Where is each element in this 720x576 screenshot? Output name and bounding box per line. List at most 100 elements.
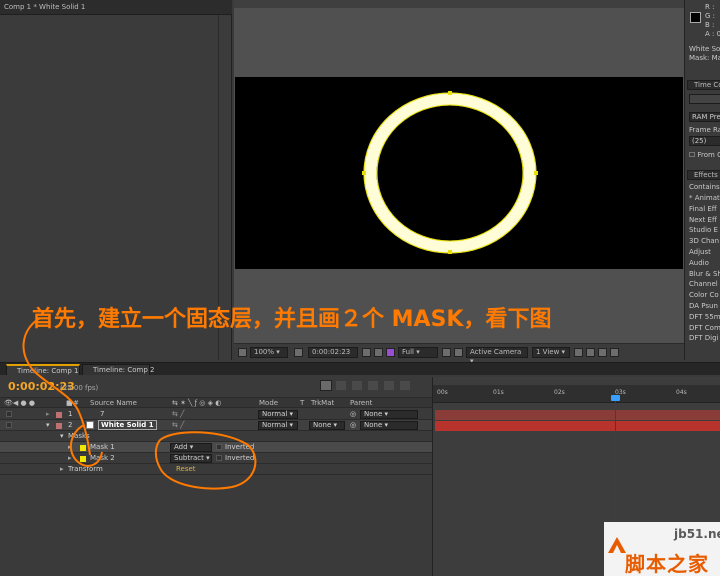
effects-tab[interactable]: Effects [687, 170, 720, 180]
mask-vertex[interactable] [534, 171, 538, 175]
source-name-header[interactable]: Source Name [90, 399, 137, 407]
effects-category-item[interactable]: DFT Com [689, 324, 720, 332]
mask-vertex[interactable] [448, 91, 452, 95]
tab-comp-1[interactable]: Timeline: Comp 1 [6, 364, 80, 375]
transform-reset-link[interactable]: Reset [176, 465, 196, 473]
hide-shy-icon[interactable] [352, 381, 362, 390]
fast-preview-icon[interactable] [586, 348, 595, 357]
solid-layer-icon [86, 421, 94, 429]
tab-comp-2[interactable]: Timeline: Comp 2 [82, 364, 154, 375]
mode-dropdown[interactable]: Normal ▾ [258, 421, 298, 430]
collapse-arrow-icon[interactable]: ▾ [60, 432, 64, 440]
layer-number: 2 [68, 421, 73, 429]
contains-label: Contains: [689, 183, 720, 191]
effects-category-item[interactable]: DA Psun [689, 302, 718, 310]
time-ruler[interactable]: 00s 01s 02s 03s 04s [433, 385, 720, 403]
zoom-dropdown[interactable]: 100% ▾ [250, 347, 288, 358]
layer-name[interactable]: 7 [100, 410, 104, 418]
inverted-label: Inverted [225, 454, 255, 462]
parent-dropdown[interactable]: None ▾ [360, 410, 418, 419]
mask-row-1[interactable]: ▸ Mask 1 Add ▾ Inverted [0, 442, 432, 453]
mask-vertex[interactable] [362, 171, 366, 175]
effects-category-item[interactable]: Studio E [689, 226, 718, 234]
mask-name[interactable]: Mask 1 [90, 443, 115, 451]
collapse-arrow-icon[interactable]: ▾ [46, 421, 50, 429]
expand-arrow-icon[interactable]: ▸ [68, 443, 72, 451]
mask-name[interactable]: Mask 2 [90, 454, 115, 462]
layer-duration-bar[interactable] [435, 410, 720, 420]
resolution-dropdown[interactable]: Full ▾ [398, 347, 438, 358]
mask-vertex[interactable] [448, 250, 452, 254]
effects-category-item[interactable]: Adjust [689, 248, 711, 256]
parent-header[interactable]: Parent [350, 399, 372, 407]
snapshot-icon[interactable] [362, 348, 371, 357]
effects-category-item[interactable]: DFT Digi [689, 334, 719, 342]
safe-zones-icon[interactable] [294, 348, 303, 357]
effects-category-item[interactable]: Audio [689, 259, 709, 267]
effects-category-item[interactable]: * Animati [689, 194, 720, 202]
view-layout-dropdown[interactable]: 1 View ▾ [532, 347, 570, 358]
playhead-handle[interactable] [611, 395, 620, 401]
trkmat-header[interactable]: TrkMat [311, 399, 334, 407]
panel-tab[interactable]: Comp 1 * White Solid 1 [0, 0, 232, 15]
t-header[interactable]: T [300, 399, 304, 407]
region-of-interest-icon[interactable] [442, 348, 451, 357]
draft-3d-icon[interactable] [336, 381, 346, 390]
expand-arrow-icon[interactable]: ▸ [46, 410, 50, 418]
pickwhip-icon[interactable]: ◎ [350, 421, 356, 429]
effects-category-item[interactable]: 3D Chan [689, 237, 719, 245]
inverted-checkbox[interactable] [216, 455, 222, 461]
layer-switches[interactable]: ⇆ ╱ [172, 421, 184, 429]
effects-category-item[interactable]: Channel [689, 280, 718, 288]
layer-name[interactable]: White Solid 1 [98, 420, 157, 430]
mode-header[interactable]: Mode [259, 399, 278, 407]
show-snapshot-icon[interactable] [374, 348, 383, 357]
layer-row-2[interactable]: ▾ 2 White Solid 1 ⇆ ╱ Normal ▾ None ▾ ◎ … [0, 420, 432, 431]
effects-category-item[interactable]: Next Eff [689, 216, 717, 224]
camera-dropdown[interactable]: Active Camera ▾ [466, 347, 528, 365]
from-current-checkbox[interactable]: ☐ From C [689, 151, 720, 159]
frame-rate-dropdown[interactable]: (25) [689, 136, 720, 146]
expand-arrow-icon[interactable]: ▸ [68, 454, 72, 462]
pickwhip-icon[interactable]: ◎ [350, 410, 356, 418]
layer-switches[interactable]: ⇆ ╱ [172, 410, 184, 418]
time-controls-tab[interactable]: Time Co [687, 80, 720, 90]
mode-dropdown[interactable]: Normal ▾ [258, 410, 298, 419]
ram-preview-dropdown[interactable]: RAM Previ [689, 112, 720, 122]
masks-group-row[interactable]: ▾ Masks [0, 431, 432, 442]
mask-mode-dropdown[interactable]: Subtract ▾ [170, 454, 212, 463]
frame-blending-icon[interactable] [368, 381, 378, 390]
current-time-field[interactable]: 0:00:02:23 [308, 347, 358, 358]
frame-rate-label: Frame Rat [689, 126, 720, 134]
mask-color[interactable] [80, 456, 86, 462]
effects-category-item[interactable]: Blur & Sh [689, 270, 720, 278]
expand-arrow-icon[interactable]: ▸ [60, 465, 64, 473]
effects-category-item[interactable]: DFT 55m [689, 313, 720, 321]
live-update-icon[interactable] [320, 380, 332, 391]
layer-label-color[interactable] [56, 412, 62, 418]
transform-row[interactable]: ▸ Transform Reset [0, 464, 432, 475]
layer-duration-bar[interactable] [435, 421, 720, 431]
channel-icon[interactable] [386, 348, 395, 357]
always-preview-icon[interactable] [238, 348, 247, 357]
motion-blur-icon[interactable] [384, 381, 394, 390]
mask-mode-dropdown[interactable]: Add ▾ [170, 443, 212, 452]
layer-row-1[interactable]: ▸ 1 7 ⇆ ╱ Normal ▾ ◎ None ▾ [0, 409, 432, 420]
parent-dropdown[interactable]: None ▾ [360, 421, 418, 430]
effects-category-item[interactable]: Color Co [689, 291, 719, 299]
video-toggle[interactable] [6, 422, 12, 428]
video-toggle[interactable] [6, 411, 12, 417]
mask-row-2[interactable]: ▸ Mask 2 Subtract ▾ Inverted [0, 453, 432, 464]
inverted-checkbox[interactable] [216, 444, 222, 450]
trkmat-dropdown[interactable]: None ▾ [309, 421, 345, 430]
playback-buttons[interactable] [689, 94, 720, 104]
layer-label-color[interactable] [56, 423, 62, 429]
effects-category-item[interactable]: Final Eff [689, 205, 717, 213]
flowchart-icon[interactable] [610, 348, 619, 357]
composition-canvas[interactable] [235, 77, 683, 269]
transparency-grid-icon[interactable] [454, 348, 463, 357]
graph-editor-icon[interactable] [400, 381, 410, 390]
timeline-icon[interactable] [598, 348, 607, 357]
mask-color[interactable] [80, 445, 86, 451]
pixel-aspect-icon[interactable] [574, 348, 583, 357]
